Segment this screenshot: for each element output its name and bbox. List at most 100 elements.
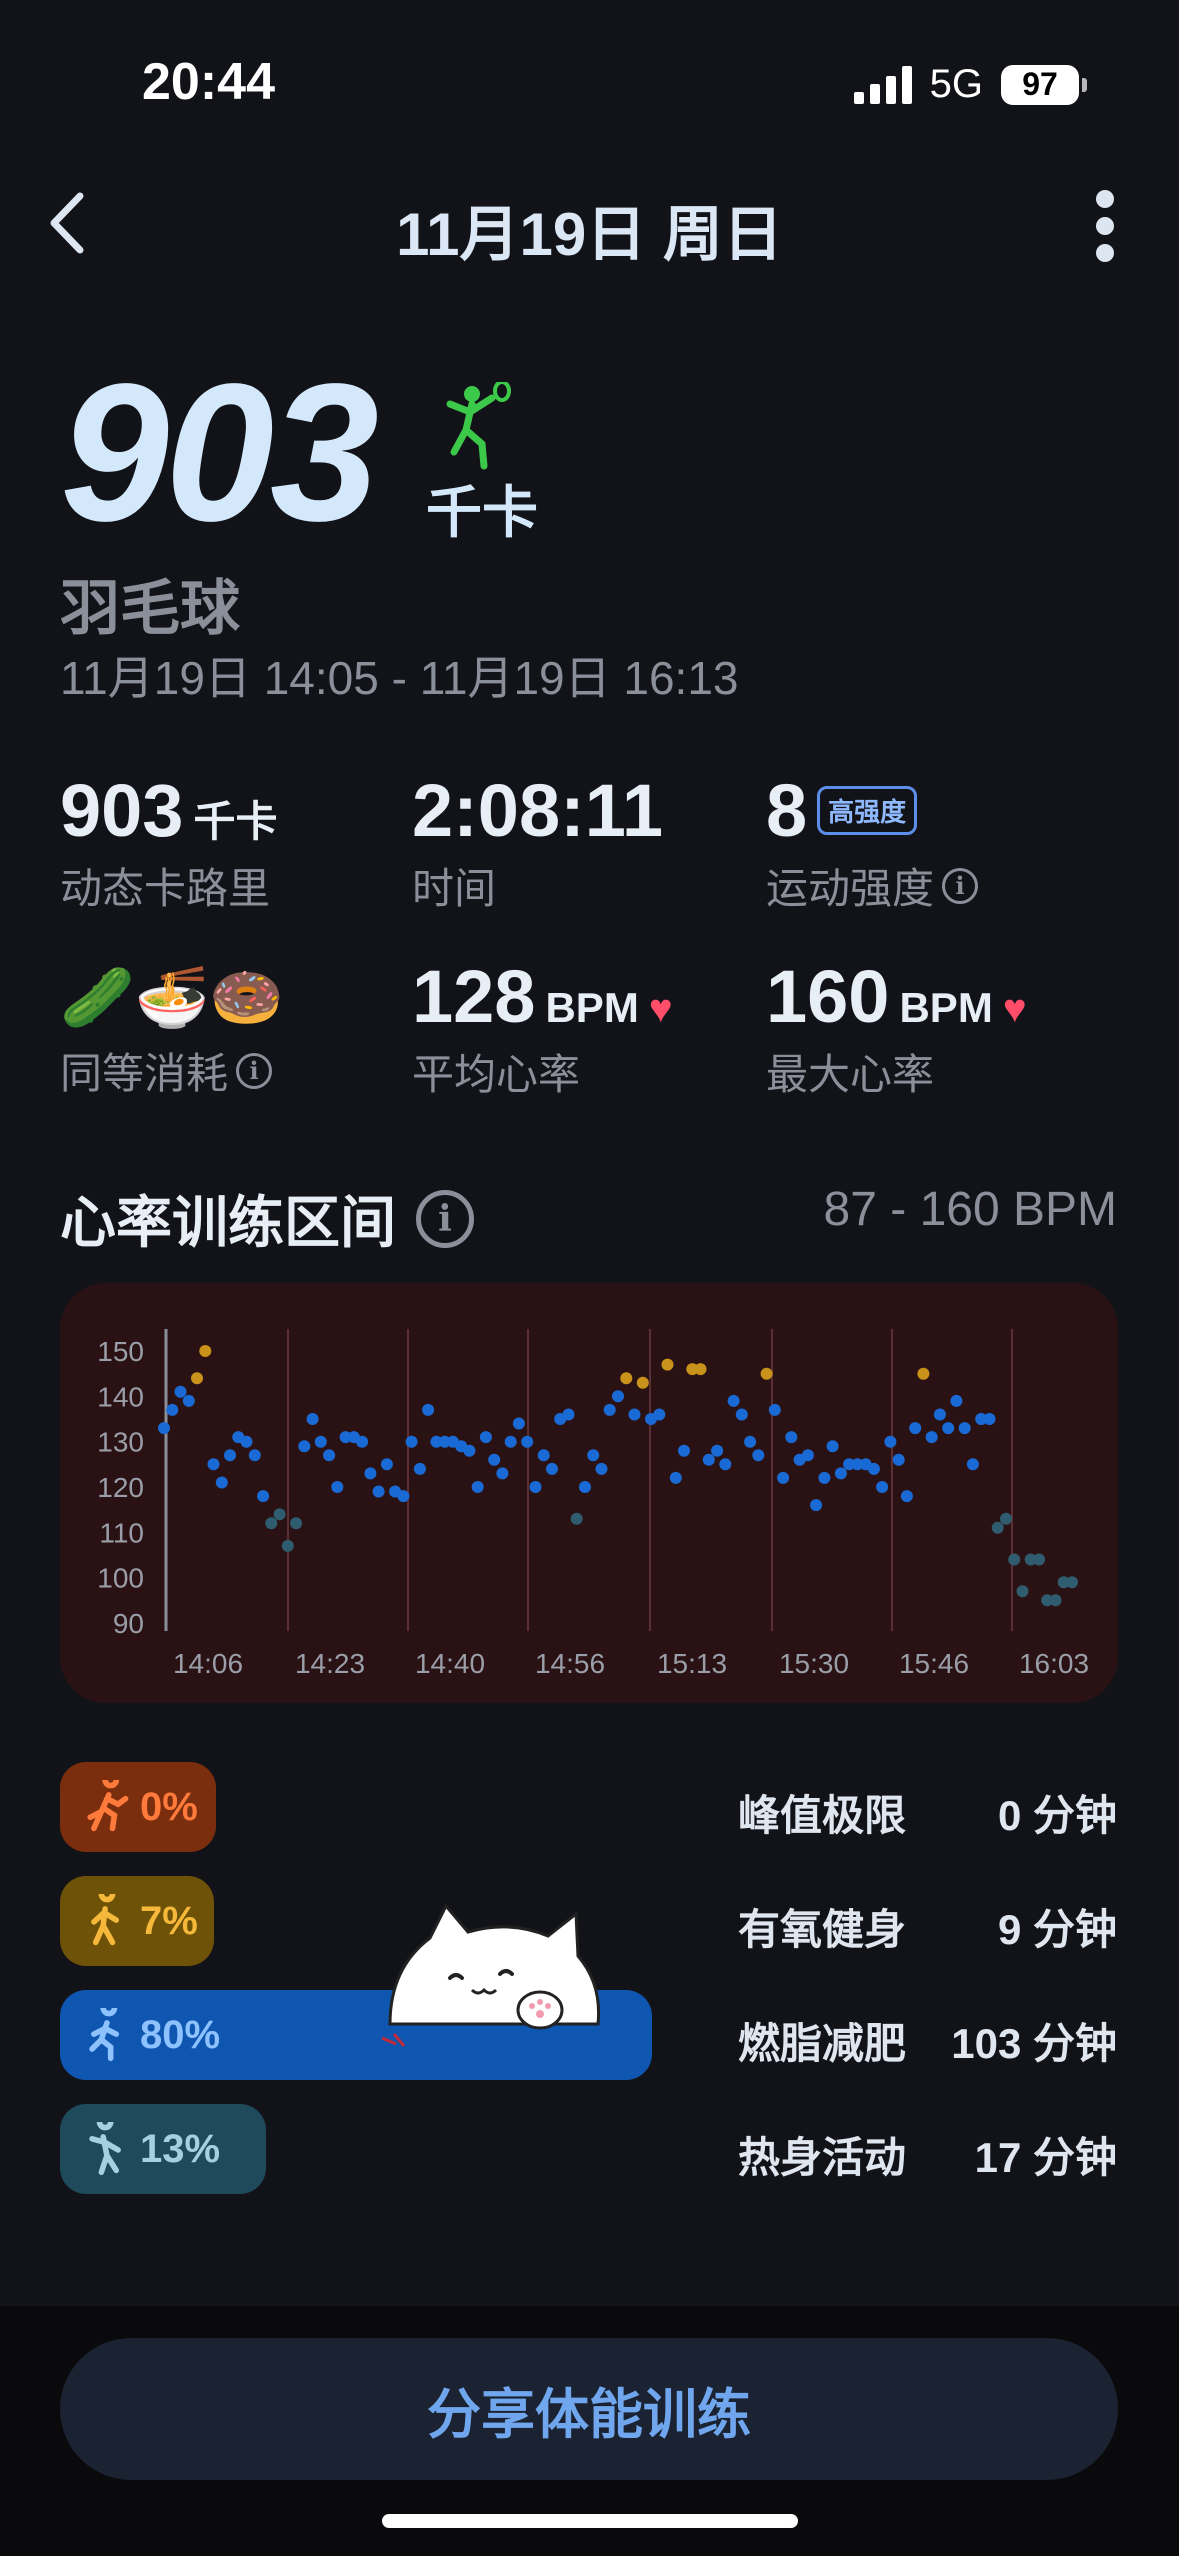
hr-range: 87 - 160 BPM bbox=[823, 1183, 1117, 1236]
hr-data-point bbox=[653, 1408, 666, 1421]
hr-data-point bbox=[933, 1408, 946, 1421]
stat-max-heart-rate: 160 BPM ♥ 最大心率 bbox=[766, 954, 1027, 1102]
hr-data-point bbox=[479, 1431, 492, 1444]
hr-data-point bbox=[669, 1471, 682, 1484]
zone-percent: 7% bbox=[140, 1898, 198, 1943]
x-tick-label: 15:30 bbox=[779, 1648, 849, 1679]
hr-data-point bbox=[215, 1476, 228, 1489]
hr-data-point bbox=[463, 1444, 476, 1457]
hr-data-point bbox=[397, 1490, 410, 1503]
hr-data-point bbox=[248, 1449, 261, 1462]
hr-data-point bbox=[273, 1508, 286, 1521]
cat-sticker-icon bbox=[381, 1903, 601, 2047]
hr-data-point bbox=[314, 1435, 327, 1448]
hr-data-point bbox=[867, 1462, 880, 1475]
info-icon[interactable]: i bbox=[416, 1189, 474, 1248]
active-calories-value: 903 bbox=[60, 769, 184, 852]
x-tick-label: 14:06 bbox=[173, 1648, 243, 1679]
hr-data-point bbox=[917, 1367, 930, 1380]
hr-data-point bbox=[752, 1449, 765, 1462]
status-indicators: 5G 97 bbox=[853, 62, 1087, 107]
zone-minutes-peak: 0 分钟 bbox=[997, 1792, 1117, 1839]
hr-data-point bbox=[158, 1422, 170, 1435]
info-icon[interactable]: i bbox=[942, 867, 979, 904]
hr-data-point bbox=[298, 1440, 311, 1453]
hr-data-point bbox=[909, 1422, 922, 1435]
hr-data-point bbox=[182, 1394, 195, 1407]
hr-data-point bbox=[1016, 1585, 1029, 1598]
hr-data-point bbox=[727, 1394, 740, 1407]
x-tick-label: 15:46 bbox=[899, 1648, 969, 1679]
battery-level: 97 bbox=[1022, 66, 1058, 102]
badminton-player-icon bbox=[446, 382, 511, 470]
hr-data-point bbox=[694, 1363, 707, 1376]
hr-data-point bbox=[224, 1449, 236, 1462]
hr-data-point bbox=[958, 1422, 971, 1435]
x-tick-label: 15:13 bbox=[657, 1648, 727, 1679]
hr-data-point bbox=[364, 1467, 377, 1480]
hr-data-point bbox=[496, 1467, 509, 1480]
hr-data-point bbox=[719, 1458, 732, 1471]
hr-data-point bbox=[372, 1485, 385, 1498]
hr-data-point bbox=[570, 1512, 583, 1525]
heart-rate-chart: 150 140 130 120 110 100 90 14:06 14:23 14:40 14:56… bbox=[60, 1283, 1118, 1703]
calories-unit: 千卡 bbox=[426, 481, 538, 544]
zone-bar-aerobic: 7% bbox=[60, 1876, 214, 1966]
hr-data-point bbox=[711, 1444, 724, 1457]
info-icon[interactable]: i bbox=[236, 1052, 273, 1089]
hr-data-point bbox=[1066, 1576, 1078, 1589]
avg-hr-unit: BPM bbox=[545, 984, 639, 1031]
intensity-badge: 高强度 bbox=[817, 786, 918, 835]
x-tick-label: 14:40 bbox=[415, 1648, 485, 1679]
intensity-label: 运动强度 bbox=[766, 865, 935, 912]
hr-data-point bbox=[587, 1449, 600, 1462]
hr-data-point bbox=[785, 1431, 798, 1444]
y-tick-label: 90 bbox=[113, 1608, 144, 1639]
network-type: 5G bbox=[929, 62, 983, 106]
hr-data-point bbox=[199, 1345, 212, 1357]
workout-detail-screen: 20:44 5G 97 11月19日 周日 903 千卡 羽毛球 11月19日 … bbox=[0, 0, 1179, 2556]
status-time: 20:44 bbox=[142, 53, 275, 111]
hr-data-point bbox=[595, 1462, 608, 1475]
zone-label-peak: 峰值极限 bbox=[738, 1792, 907, 1839]
runner-icon bbox=[87, 1780, 129, 1832]
hr-data-point bbox=[942, 1422, 955, 1435]
x-tick-label: 14:56 bbox=[535, 1648, 605, 1679]
hr-data-point bbox=[826, 1440, 839, 1453]
active-calories-unit: 千卡 bbox=[193, 798, 278, 845]
hr-data-point bbox=[562, 1408, 575, 1421]
hr-data-point bbox=[628, 1408, 641, 1421]
hr-data-point bbox=[488, 1453, 501, 1466]
hr-data-point bbox=[818, 1471, 831, 1484]
hr-data-point bbox=[1033, 1553, 1045, 1566]
hr-data-point bbox=[471, 1481, 484, 1493]
hr-data-point bbox=[801, 1449, 814, 1462]
hr-data-point bbox=[983, 1413, 996, 1425]
hr-data-point bbox=[768, 1403, 781, 1416]
share-workout-button[interactable]: 分享体能训练 bbox=[60, 2338, 1118, 2480]
runner-icon bbox=[89, 2008, 120, 2062]
more-options-icon[interactable] bbox=[1093, 190, 1117, 262]
zone-label-fat-burn: 燃脂减肥 bbox=[738, 2020, 907, 2067]
stat-avg-heart-rate: 128 BPM ♥ 平均心率 bbox=[412, 954, 673, 1102]
hr-data-point bbox=[876, 1481, 889, 1493]
avg-hr-label: 平均心率 bbox=[412, 1051, 581, 1098]
hr-data-point bbox=[612, 1390, 624, 1403]
home-indicator[interactable] bbox=[382, 2514, 798, 2528]
hr-data-point bbox=[636, 1376, 649, 1389]
hr-data-point bbox=[504, 1435, 517, 1448]
y-tick-label: 100 bbox=[97, 1563, 144, 1594]
zone-label-warmup: 热身活动 bbox=[738, 2134, 907, 2181]
duration-value: 2:08:11 bbox=[412, 769, 663, 852]
zone-minutes-aerobic: 9 分钟 bbox=[997, 1906, 1117, 1953]
stat-equivalent: 🥒🍜🍩 同等消耗 i bbox=[60, 956, 284, 1101]
duration-label: 时间 bbox=[412, 865, 497, 912]
stat-intensity: 8 高强度 运动强度 i bbox=[766, 768, 979, 916]
stat-duration: 2:08:11 时间 bbox=[412, 768, 663, 916]
hr-data-point bbox=[240, 1435, 253, 1448]
hr-data-point bbox=[207, 1458, 220, 1471]
battery-icon: 97 bbox=[1001, 64, 1087, 105]
zone-percent: 80% bbox=[140, 2012, 221, 2057]
hr-data-point bbox=[1008, 1553, 1021, 1566]
intensity-value: 8 bbox=[766, 769, 808, 852]
